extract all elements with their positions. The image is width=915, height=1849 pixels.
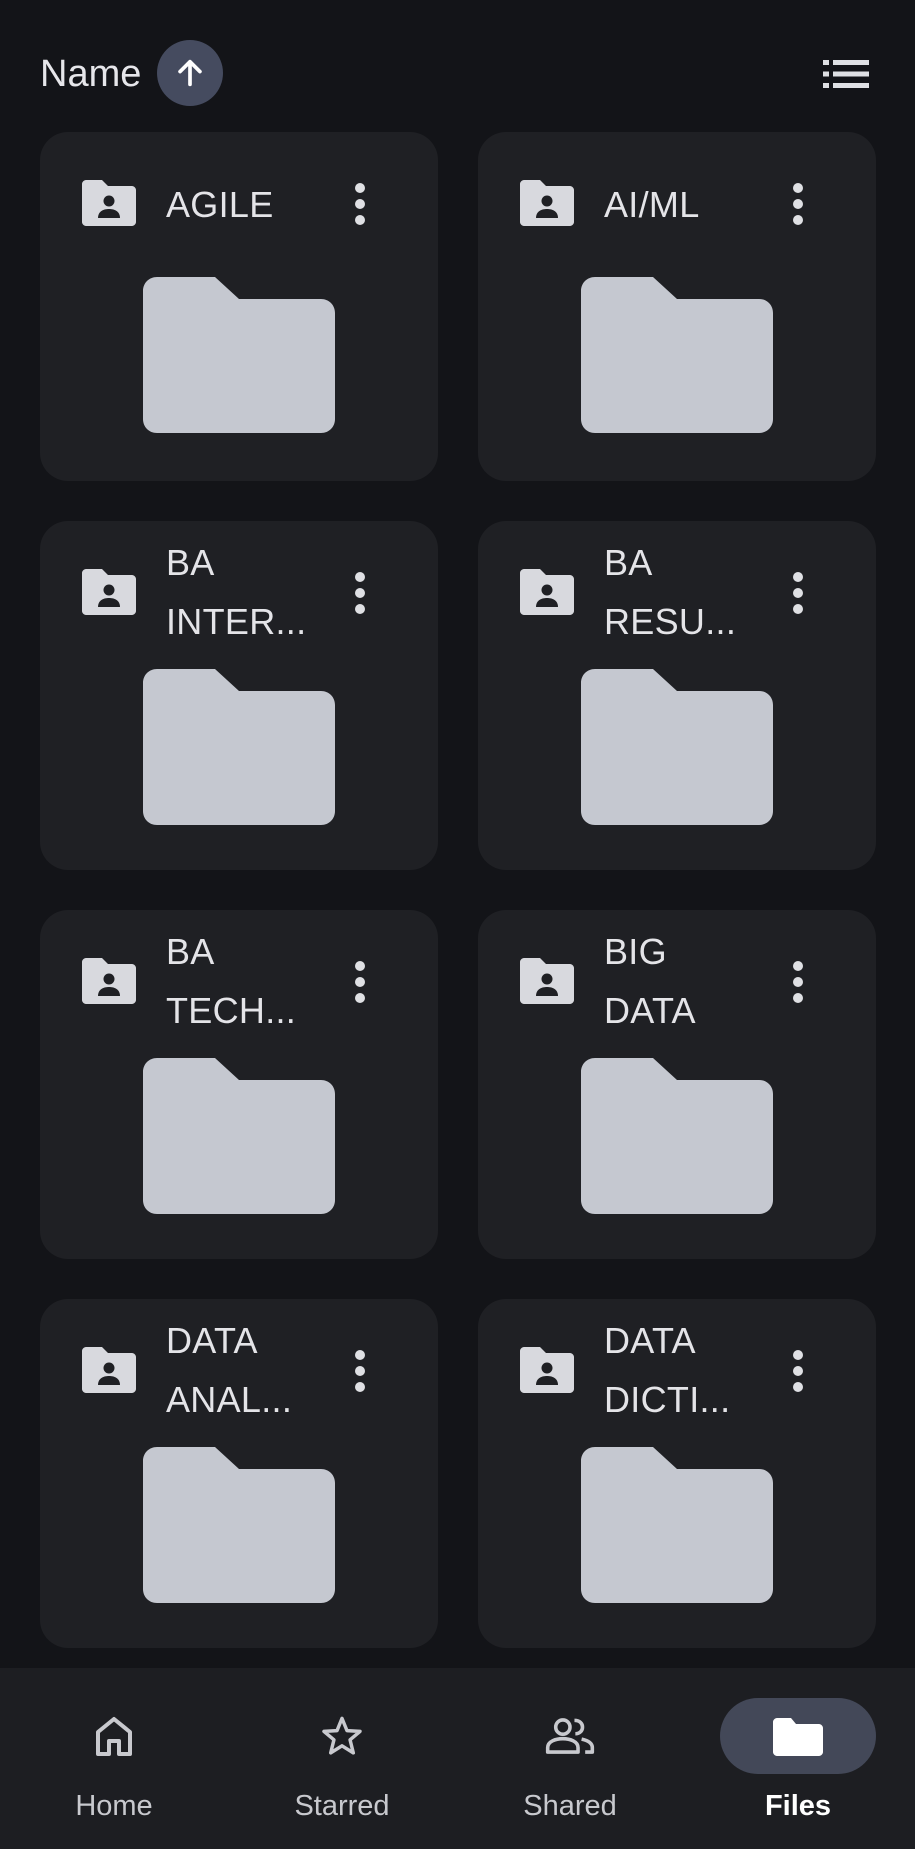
nav-home-label: Home — [75, 1790, 153, 1822]
more-vert-icon — [355, 572, 365, 614]
folder-title-line: BA — [604, 542, 653, 583]
shared-folder-icon — [82, 569, 136, 615]
more-vert-icon — [793, 961, 803, 1003]
folder-title: BA RESU... — [604, 533, 774, 651]
bottom-navigation: Home Starred Shared Files — [0, 1668, 915, 1849]
folder-thumbnail-icon — [581, 1058, 773, 1214]
folder-card[interactable]: BA INTER... — [40, 521, 438, 870]
shared-folder-icon — [520, 180, 574, 226]
folder-card[interactable]: BA RESU... — [478, 521, 876, 870]
folder-icon — [773, 1713, 823, 1759]
more-vert-icon — [793, 183, 803, 225]
folder-title-line: AI/ML — [604, 184, 700, 225]
shared-folder-icon — [520, 958, 574, 1004]
folder-thumbnail-icon — [143, 669, 335, 825]
folder-thumbnail-icon — [143, 277, 335, 433]
folder-title: AI/ML — [604, 175, 774, 234]
more-vert-icon — [355, 1350, 365, 1392]
folder-title-line: BA — [166, 542, 215, 583]
more-options-button[interactable] — [776, 174, 820, 234]
nav-starred[interactable]: Starred — [228, 1668, 456, 1849]
shared-folder-icon — [520, 569, 574, 615]
nav-files-label: Files — [764, 1790, 832, 1822]
folder-title-line: ANAL... — [166, 1379, 293, 1420]
more-options-button[interactable] — [776, 1341, 820, 1401]
list-view-icon — [823, 60, 869, 88]
sort-direction-button[interactable] — [157, 40, 223, 106]
shared-folder-icon — [82, 1347, 136, 1393]
more-options-button[interactable] — [776, 952, 820, 1012]
more-options-button[interactable] — [338, 1341, 382, 1401]
shared-folder-icon — [82, 180, 136, 226]
folder-grid: AGILE AI/ML BA INTER... BA RESU... BA TECH... BI… — [40, 132, 876, 1648]
nav-shared-label: Shared — [523, 1790, 617, 1822]
folder-title-line: DATA — [604, 990, 696, 1031]
shared-folder-icon — [520, 1347, 574, 1393]
drive-files-screen: Name AGILE AI/ML BA INTER... BA RESU... BA TECH… — [0, 0, 915, 1849]
more-vert-icon — [793, 572, 803, 614]
more-vert-icon — [355, 961, 365, 1003]
more-vert-icon — [793, 1350, 803, 1392]
folder-thumbnail-icon — [143, 1447, 335, 1603]
folder-title: AGILE — [166, 175, 336, 234]
list-view-toggle-button[interactable] — [820, 52, 872, 96]
sort-label[interactable]: Name — [40, 52, 141, 96]
folder-title: DATA ANAL... — [166, 1311, 336, 1429]
folder-title: BA TECH... — [166, 922, 336, 1040]
more-options-button[interactable] — [338, 563, 382, 623]
folder-title-line: AGILE — [166, 184, 274, 225]
folder-thumbnail-icon — [581, 277, 773, 433]
folder-thumbnail-icon — [581, 1447, 773, 1603]
folder-card[interactable]: AI/ML — [478, 132, 876, 481]
folder-card[interactable]: BIG DATA — [478, 910, 876, 1259]
shared-people-icon — [545, 1713, 595, 1759]
home-icon — [89, 1713, 139, 1759]
folder-card[interactable]: BA TECH... — [40, 910, 438, 1259]
nav-shared[interactable]: Shared — [456, 1668, 684, 1849]
folder-thumbnail-icon — [581, 669, 773, 825]
folder-title-line: RESU... — [604, 601, 737, 642]
more-vert-icon — [355, 183, 365, 225]
folder-title-line: DATA — [604, 1320, 696, 1361]
folder-title-line: INTER... — [166, 601, 307, 642]
folder-title-line: DICTI... — [604, 1379, 731, 1420]
nav-files[interactable]: Files — [684, 1668, 912, 1849]
folder-thumbnail-icon — [143, 1058, 335, 1214]
folder-title-line: BIG — [604, 931, 667, 972]
folder-card[interactable]: AGILE — [40, 132, 438, 481]
folder-title: BIG DATA — [604, 922, 774, 1040]
more-options-button[interactable] — [338, 174, 382, 234]
sort-bar: Name — [0, 0, 915, 130]
folder-card[interactable]: DATA ANAL... — [40, 1299, 438, 1648]
more-options-button[interactable] — [776, 563, 820, 623]
star-icon — [317, 1713, 367, 1759]
folder-title: DATA DICTI... — [604, 1311, 774, 1429]
folder-title-line: TECH... — [166, 990, 297, 1031]
folder-title-line: DATA — [166, 1320, 258, 1361]
folder-title-line: BA — [166, 931, 215, 972]
nav-home[interactable]: Home — [0, 1668, 228, 1849]
more-options-button[interactable] — [338, 952, 382, 1012]
shared-folder-icon — [82, 958, 136, 1004]
folder-title: BA INTER... — [166, 533, 336, 651]
folder-card[interactable]: DATA DICTI... — [478, 1299, 876, 1648]
arrow-up-icon — [178, 59, 202, 87]
nav-starred-label: Starred — [294, 1790, 390, 1822]
